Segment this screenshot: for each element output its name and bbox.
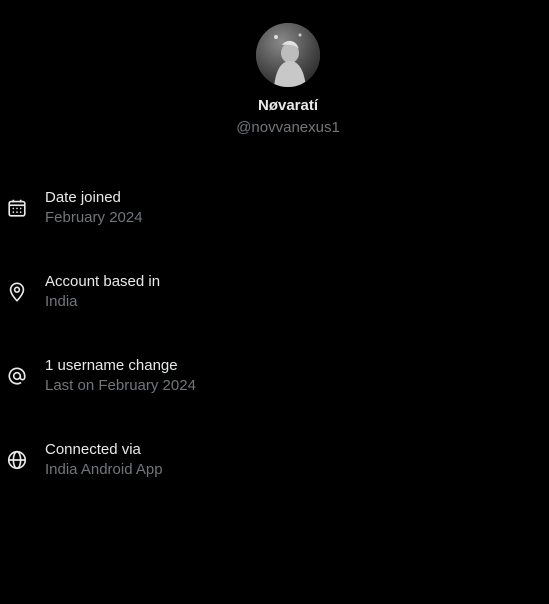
account-info-list: Date joined February 2024 Account based … (0, 186, 549, 522)
info-subtitle: India (45, 293, 78, 310)
calendar-icon (6, 197, 28, 219)
info-row-connected-via: Connected via India Android App (0, 438, 549, 522)
info-row-account-location: Account based in India (0, 270, 549, 354)
info-title: Date joined (45, 189, 121, 206)
username-handle: @novvanexus1 (236, 119, 340, 136)
location-pin-icon (6, 281, 28, 303)
info-subtitle: Last on February 2024 (45, 377, 196, 394)
info-row-username-change: 1 username change Last on February 2024 (0, 354, 549, 438)
info-title: Account based in (45, 273, 161, 290)
info-subtitle: February 2024 (45, 209, 143, 226)
globe-icon (6, 449, 28, 471)
info-title: Connected via (45, 441, 141, 458)
info-title: 1 username change (45, 357, 178, 374)
at-sign-icon (6, 365, 28, 387)
display-name: Nøvaratí (257, 97, 319, 114)
info-subtitle: India Android App (45, 461, 163, 478)
info-row-date-joined: Date joined February 2024 (0, 186, 549, 270)
profile-header: Nøvaratí @novvanexus1 (0, 23, 549, 138)
avatar[interactable] (256, 23, 320, 87)
